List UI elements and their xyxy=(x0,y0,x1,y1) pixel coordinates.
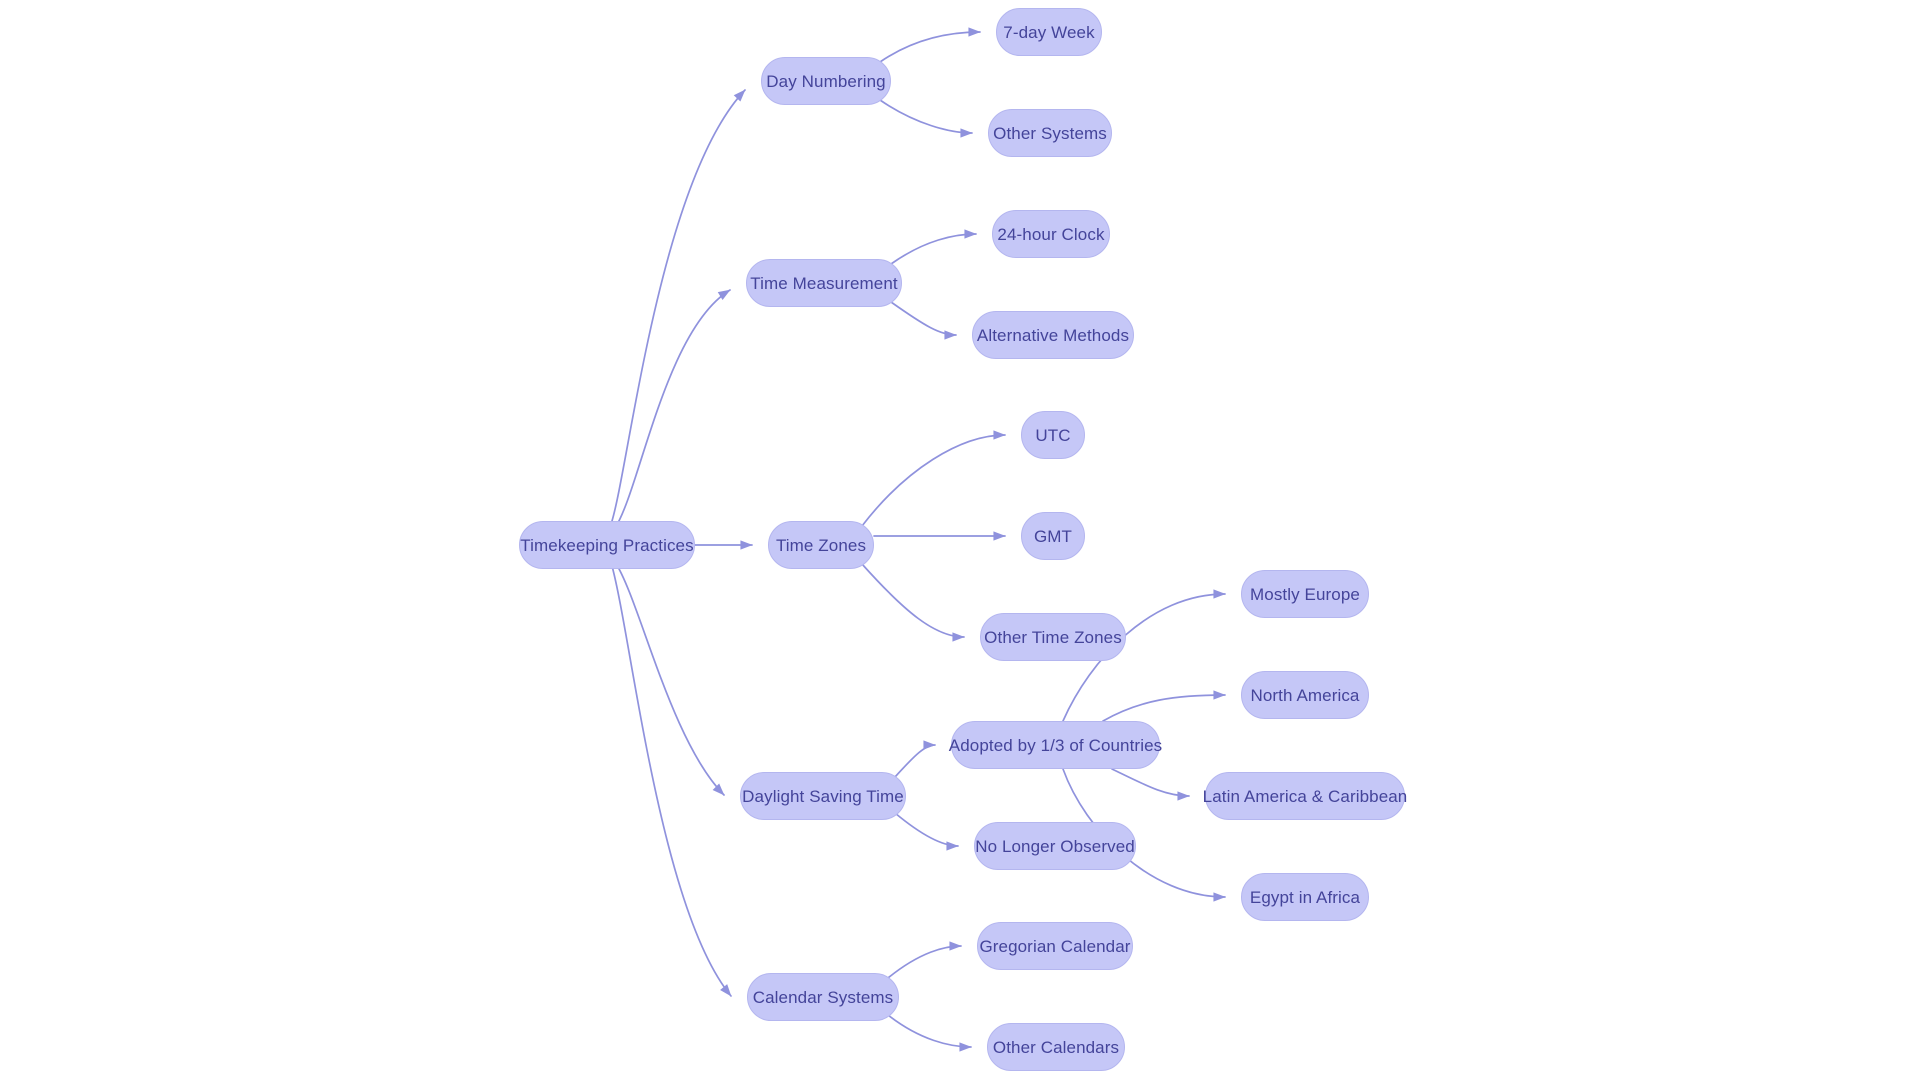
node-daynum[interactable]: Day Numbering xyxy=(761,57,891,105)
edge-dst-to-adopted xyxy=(894,740,936,778)
edge-timezones-to-othertz xyxy=(861,563,965,642)
node-label-othertz: Other Time Zones xyxy=(984,627,1122,647)
node-altmethods[interactable]: Alternative Methods xyxy=(972,311,1134,359)
edge-root-to-timemeas xyxy=(614,289,731,529)
node-othertz[interactable]: Other Time Zones xyxy=(980,613,1126,661)
node-timemeas[interactable]: Time Measurement xyxy=(746,259,902,307)
node-label-week7: 7-day Week xyxy=(1003,22,1095,42)
node-label-daynum: Day Numbering xyxy=(766,71,886,91)
node-clock24[interactable]: 24-hour Clock xyxy=(992,210,1110,258)
edge-daynum-to-week7 xyxy=(879,27,981,63)
edge-adopted-to-northam xyxy=(1102,690,1226,722)
node-othersys[interactable]: Other Systems xyxy=(988,109,1112,157)
node-gregorian[interactable]: Gregorian Calendar xyxy=(977,922,1133,970)
edge-timemeas-to-altmethods xyxy=(890,301,957,340)
node-nolonger[interactable]: No Longer Observed xyxy=(974,822,1136,870)
node-label-timemeas: Time Measurement xyxy=(750,273,898,293)
node-dst[interactable]: Daylight Saving Time xyxy=(740,772,906,820)
edge-root-to-daynum xyxy=(611,89,746,522)
node-northam[interactable]: North America xyxy=(1241,671,1369,719)
node-label-altmethods: Alternative Methods xyxy=(976,325,1130,345)
edge-root-to-calsys xyxy=(611,565,732,997)
node-othercal[interactable]: Other Calendars xyxy=(987,1023,1125,1071)
edge-timemeas-to-clock24 xyxy=(890,229,977,265)
edge-layer xyxy=(611,27,1226,1052)
edge-group xyxy=(611,27,1226,1052)
node-europe[interactable]: Mostly Europe xyxy=(1241,570,1369,618)
node-label-othercal: Other Calendars xyxy=(992,1037,1120,1057)
edge-calsys-to-gregorian xyxy=(887,941,962,979)
node-label-europe: Mostly Europe xyxy=(1250,584,1360,604)
node-label-northam: North America xyxy=(1250,685,1360,705)
node-utc[interactable]: UTC xyxy=(1021,411,1085,459)
node-label-nolonger: No Longer Observed xyxy=(975,836,1135,856)
edge-daynum-to-othersys xyxy=(879,99,973,138)
node-label-utc: UTC xyxy=(1035,425,1071,445)
node-week7[interactable]: 7-day Week xyxy=(996,8,1102,56)
node-label-timezones: Time Zones xyxy=(775,535,867,555)
node-label-dst: Daylight Saving Time xyxy=(742,786,904,806)
node-label-gregorian: Gregorian Calendar xyxy=(979,936,1131,956)
mindmap-canvas: Timekeeping Practices Day Numbering 7-day … xyxy=(0,0,1920,1080)
node-label-calsys: Calendar Systems xyxy=(752,987,894,1007)
node-adopted[interactable]: Adopted by 1/3 of Countries xyxy=(948,721,1163,769)
node-timezones[interactable]: Time Zones xyxy=(768,521,874,569)
node-label-root: Timekeeping Practices xyxy=(520,535,694,555)
edge-adopted-to-latam xyxy=(1111,768,1190,801)
node-label-othersys: Other Systems xyxy=(993,123,1107,143)
node-egypt[interactable]: Egypt in Africa xyxy=(1241,873,1369,921)
node-label-adopted: Adopted by 1/3 of Countries xyxy=(948,735,1163,755)
node-label-latam: Latin America & Caribbean xyxy=(1202,786,1408,806)
node-root[interactable]: Timekeeping Practices xyxy=(519,521,695,569)
node-label-gmt: GMT xyxy=(1033,526,1073,546)
edge-calsys-to-othercal xyxy=(887,1014,972,1052)
edge-root-to-dst xyxy=(614,561,725,796)
node-label-clock24: 24-hour Clock xyxy=(997,224,1105,244)
node-latam[interactable]: Latin America & Caribbean xyxy=(1202,772,1408,820)
node-gmt[interactable]: GMT xyxy=(1021,512,1085,560)
edge-dst-to-nolonger xyxy=(894,812,959,851)
node-calsys[interactable]: Calendar Systems xyxy=(747,973,899,1021)
edge-timezones-to-utc xyxy=(861,430,1006,527)
node-label-egypt: Egypt in Africa xyxy=(1249,887,1361,907)
